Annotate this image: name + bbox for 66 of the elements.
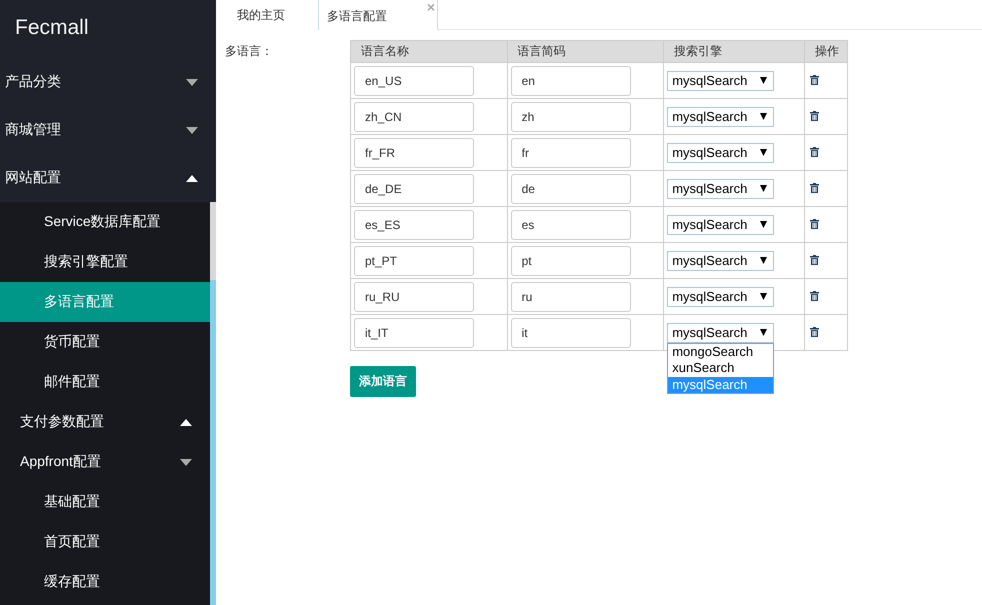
dropdown-arrow-icon: [760, 329, 768, 336]
search-engine-select[interactable]: mysqlSearch: [667, 286, 774, 306]
trash-icon[interactable]: [810, 182, 819, 192]
caret-down-icon: [186, 126, 198, 134]
caret-down-icon: [186, 78, 198, 86]
language-code-field[interactable]: zh: [510, 102, 631, 132]
dropdown-arrow-icon: [760, 77, 768, 84]
dropdown-arrow-icon: [760, 149, 768, 156]
trash-icon[interactable]: [810, 146, 819, 156]
trash-icon[interactable]: [810, 254, 819, 264]
column-header: 语言简码: [507, 40, 664, 62]
sidebar-subitem[interactable]: 货币配置: [0, 322, 210, 362]
language-name-field[interactable]: pt_PT: [354, 246, 474, 276]
dropdown-arrow-icon: [760, 113, 768, 120]
sidebar-subitem[interactable]: Service数据库配置: [0, 202, 210, 242]
sidebar-subitem[interactable]: 支付参数配置: [0, 402, 210, 442]
trash-icon[interactable]: [810, 326, 819, 336]
language-code-field[interactable]: pt: [510, 246, 631, 276]
dropdown-arrow-icon: [760, 185, 768, 192]
language-name-field[interactable]: zh_CN: [354, 102, 474, 132]
sidebar-item[interactable]: 商城管理: [0, 106, 210, 154]
trash-icon[interactable]: [810, 218, 819, 228]
tab[interactable]: 多语言配置 ×: [318, 0, 438, 30]
sidebar-subitem[interactable]: 基础配置: [0, 482, 210, 522]
language-code-field[interactable]: es: [510, 210, 631, 240]
dropdown-arrow-icon: [760, 257, 768, 264]
language-name-field[interactable]: de_DE: [354, 174, 474, 204]
language-name-field[interactable]: it_IT: [354, 318, 474, 348]
search-engine-select[interactable]: mysqlSearch: [667, 70, 774, 90]
sidebar-subitem[interactable]: 多语言配置: [0, 282, 210, 322]
sidebar-subitem[interactable]: 缓存配置: [0, 562, 210, 602]
sidebar-item[interactable]: 网站配置: [0, 154, 210, 202]
sidebar-subitem[interactable]: 首页配置: [0, 522, 210, 562]
trash-icon[interactable]: [810, 290, 819, 300]
caret-up-icon: [180, 418, 192, 426]
sidebar-subitem[interactable]: 搜索引擎配置: [0, 242, 210, 282]
sidebar-subitem[interactable]: Appfront配置: [0, 442, 210, 482]
language-code-field[interactable]: fr: [510, 138, 631, 168]
language-name-field[interactable]: es_ES: [354, 210, 474, 240]
language-code-field[interactable]: it: [510, 318, 631, 348]
form-label: 多语言：: [225, 43, 274, 60]
add-language-button[interactable]: 添加语言: [350, 366, 416, 397]
dropdown-arrow-icon: [760, 293, 768, 300]
logo: Fecmall: [14, 15, 90, 41]
sidebar-item[interactable]: 产品分类: [0, 58, 210, 106]
caret-down-icon: [180, 458, 192, 466]
search-engine-select[interactable]: mysqlSearch: [667, 142, 774, 162]
language-code-field[interactable]: ru: [510, 282, 631, 312]
trash-icon[interactable]: [810, 74, 819, 84]
caret-up-icon: [186, 174, 198, 182]
search-engine-select[interactable]: mysqlSearch: [667, 178, 774, 198]
language-name-field[interactable]: fr_FR: [354, 138, 474, 168]
dropdown-arrow-icon: [760, 221, 768, 228]
search-engine-select[interactable]: mysqlSearch: [667, 214, 774, 234]
trash-icon[interactable]: [810, 110, 819, 120]
search-engine-select[interactable]: mysqlSearch: [667, 250, 774, 270]
column-header: 操作: [804, 40, 848, 62]
language-code-field[interactable]: en: [510, 66, 631, 96]
language-name-field[interactable]: ru_RU: [354, 282, 474, 312]
scrollbar[interactable]: [210, 202, 216, 605]
language-name-field[interactable]: en_US: [354, 66, 474, 96]
column-header: 搜索引擎: [664, 40, 804, 62]
search-engine-select[interactable]: mysqlSearch: [667, 106, 774, 126]
language-code-field[interactable]: de: [510, 174, 631, 204]
sidebar-subitem[interactable]: 邮件配置: [0, 362, 210, 402]
column-header: 语言名称: [350, 40, 508, 62]
